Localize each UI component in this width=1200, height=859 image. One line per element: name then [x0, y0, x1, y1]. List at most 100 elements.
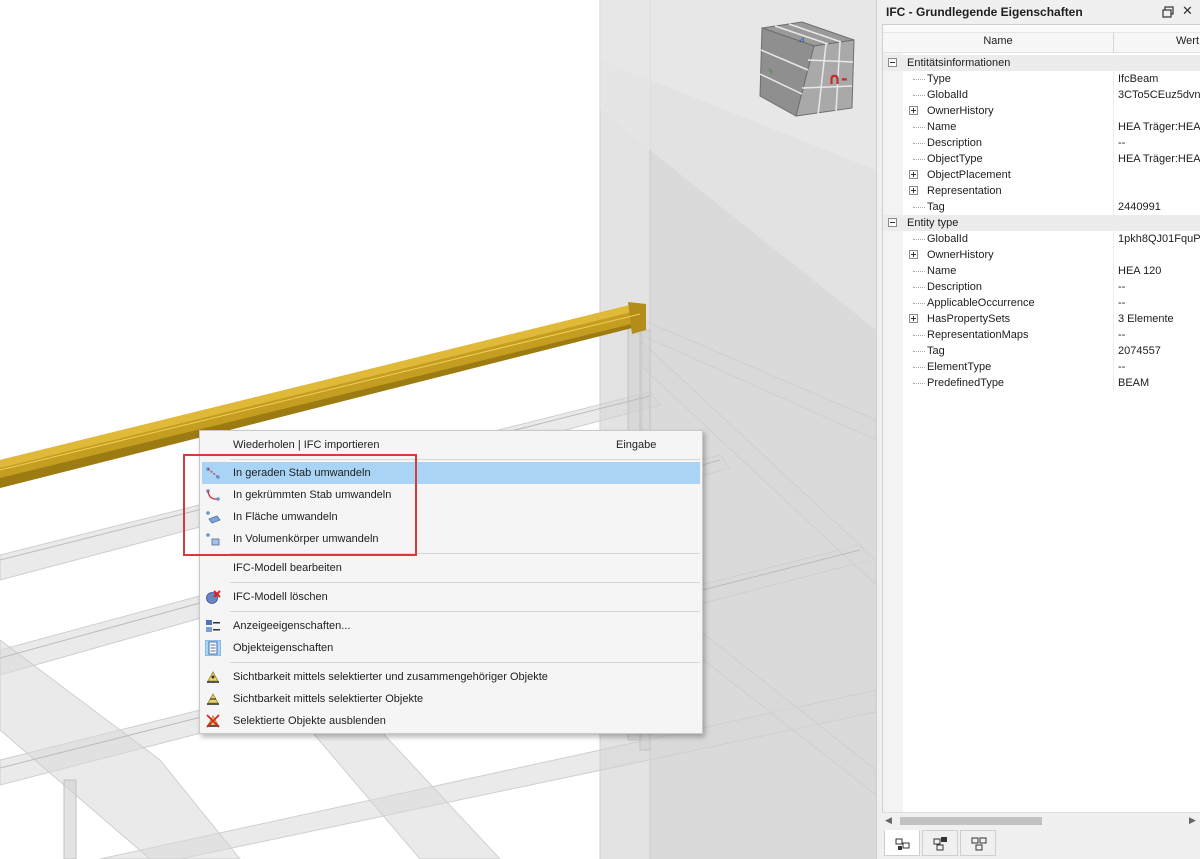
- property-name: ApplicableOccurrence: [927, 297, 1035, 309]
- property-value: 3CTo5CEuz5dvn0: [1118, 89, 1200, 101]
- property-row[interactable]: PredefinedType BEAM: [883, 375, 1200, 391]
- menu-separator: [230, 611, 700, 612]
- menu-item-hide-selected[interactable]: Selektierte Objekte ausblenden: [202, 710, 700, 732]
- property-value: --: [1118, 361, 1126, 373]
- menu-item-convert-curved-member[interactable]: In gekrümmten Stab umwandeln: [202, 484, 700, 506]
- property-name: Type: [927, 73, 951, 85]
- menu-item-edit-ifc-model[interactable]: IFC-Modell bearbeiten: [202, 557, 700, 579]
- curved-member-icon: [205, 487, 221, 503]
- property-row[interactable]: ObjectPlacement: [883, 167, 1200, 183]
- property-row[interactable]: GlobalId 3CTo5CEuz5dvn0: [883, 87, 1200, 103]
- object-properties-icon: [204, 639, 222, 657]
- column-header-value[interactable]: Wert: [1176, 35, 1199, 47]
- float-window-icon[interactable]: [1162, 6, 1174, 18]
- expand-icon[interactable]: [909, 106, 918, 115]
- property-value: HEA Träger:HEA: [1118, 121, 1200, 133]
- property-value: 1pkh8QJ01FquPn: [1118, 233, 1200, 245]
- property-row[interactable]: HasPropertySets 3 Elemente: [883, 311, 1200, 327]
- property-value: BEAM: [1118, 377, 1150, 389]
- property-name: HasPropertySets: [927, 313, 1011, 325]
- property-row[interactable]: Name HEA 120: [883, 263, 1200, 279]
- property-name: RepresentationMaps: [927, 329, 1029, 341]
- property-row[interactable]: Name HEA Träger:HEA: [883, 119, 1200, 135]
- property-category-row[interactable]: Entity type: [883, 215, 1200, 231]
- property-name: GlobalId: [927, 233, 968, 245]
- 3d-viewport[interactable]: ∩- ⊿ ϟ Wiederholen | IFC importieren Ein…: [0, 0, 876, 859]
- property-name: ElementType: [927, 361, 992, 373]
- collapse-icon[interactable]: [888, 218, 897, 227]
- property-grid-header: Name Wert: [883, 25, 1200, 53]
- expand-icon[interactable]: [909, 250, 918, 259]
- menu-item-label: In Volumenkörper umwandeln: [233, 533, 379, 545]
- property-category-row[interactable]: Entitätsinformationen: [883, 55, 1200, 71]
- menu-item-label: Sichtbarkeit mittels selektierter und zu…: [233, 671, 548, 683]
- property-row[interactable]: OwnerHistory: [883, 247, 1200, 263]
- property-value: 2074557: [1118, 345, 1161, 357]
- tree-connector: [913, 303, 925, 304]
- property-row[interactable]: Description --: [883, 135, 1200, 151]
- property-row[interactable]: Description --: [883, 279, 1200, 295]
- menu-item-repeat-import[interactable]: Wiederholen | IFC importieren Eingabe: [202, 434, 700, 456]
- property-row[interactable]: RepresentationMaps --: [883, 327, 1200, 343]
- property-value: HEA 120: [1118, 265, 1162, 277]
- property-row[interactable]: ObjectType HEA Träger:HEA: [883, 151, 1200, 167]
- property-row[interactable]: GlobalId 1pkh8QJ01FquPn: [883, 231, 1200, 247]
- property-name: ObjectPlacement: [927, 169, 1011, 181]
- property-row[interactable]: Type IfcBeam: [883, 71, 1200, 87]
- expand-icon[interactable]: [909, 314, 918, 323]
- scrollbar-thumb[interactable]: [900, 817, 1042, 825]
- horizontal-scrollbar[interactable]: ◀ ▶: [882, 812, 1200, 828]
- tree-connector: [913, 95, 925, 96]
- menu-item-delete-ifc-model[interactable]: IFC-Modell löschen: [202, 586, 700, 608]
- scroll-right-icon[interactable]: ▶: [1189, 815, 1196, 826]
- menu-separator: [230, 662, 700, 663]
- surface-icon: [205, 509, 221, 525]
- menu-item-object-properties[interactable]: Objekteigenschaften: [202, 637, 700, 659]
- menu-item-display-properties[interactable]: Anzeigeeigenschaften...: [202, 615, 700, 637]
- property-row[interactable]: Representation: [883, 183, 1200, 199]
- menu-item-convert-straight-member[interactable]: In geraden Stab umwandeln: [202, 462, 700, 484]
- properties-tab-icon-3[interactable]: [960, 830, 996, 856]
- expand-icon[interactable]: [909, 170, 918, 179]
- menu-item-label: IFC-Modell bearbeiten: [233, 562, 342, 574]
- menu-item-label: In geraden Stab umwandeln: [233, 467, 371, 479]
- property-name: Tag: [927, 201, 945, 213]
- menu-item-convert-solid[interactable]: In Volumenkörper umwandeln: [202, 528, 700, 550]
- menu-item-label: Anzeigeeigenschaften...: [233, 620, 351, 632]
- menu-item-label: In Fläche umwandeln: [233, 511, 338, 523]
- property-name: Tag: [927, 345, 945, 357]
- property-row[interactable]: ApplicableOccurrence --: [883, 295, 1200, 311]
- display-properties-icon: [205, 618, 221, 634]
- menu-item-label: Wiederholen | IFC importieren: [233, 439, 380, 451]
- menu-separator: [230, 553, 700, 554]
- property-name: Entitätsinformationen: [907, 57, 1011, 69]
- scroll-left-icon[interactable]: ◀: [885, 815, 892, 826]
- solid-icon: [205, 531, 221, 547]
- property-row[interactable]: Tag 2440991: [883, 199, 1200, 215]
- menu-item-shortcut: Eingabe: [616, 439, 657, 451]
- menu-item-label: Selektierte Objekte ausblenden: [233, 715, 386, 727]
- straight-member-icon: [205, 465, 221, 481]
- property-value: --: [1118, 329, 1126, 341]
- menu-item-visibility-related[interactable]: Sichtbarkeit mittels selektierter und zu…: [202, 666, 700, 688]
- tree-connector: [913, 239, 925, 240]
- menu-item-visibility-selected[interactable]: Sichtbarkeit mittels selektierter Objekt…: [202, 688, 700, 710]
- property-value: 3 Elemente: [1118, 313, 1174, 325]
- property-name: PredefinedType: [927, 377, 1005, 389]
- navigation-cube-icon[interactable]: ∩- ⊿ ϟ: [756, 20, 860, 120]
- properties-tab-icon-2[interactable]: [922, 830, 958, 856]
- close-icon[interactable]: ✕: [1182, 4, 1194, 17]
- expand-icon[interactable]: [909, 186, 918, 195]
- column-header-name[interactable]: Name: [883, 35, 1113, 47]
- property-row[interactable]: ElementType --: [883, 359, 1200, 375]
- collapse-icon[interactable]: [888, 58, 897, 67]
- tree-connector: [913, 271, 925, 272]
- menu-item-convert-surface[interactable]: In Fläche umwandeln: [202, 506, 700, 528]
- property-value: --: [1118, 297, 1126, 309]
- delete-model-icon: [205, 589, 221, 605]
- panel-bottom-tabs: [882, 829, 1200, 859]
- properties-tab-icon[interactable]: [884, 830, 920, 856]
- ifc-properties-panel: IFC - Grundlegende Eigenschaften ✕ Name …: [876, 0, 1200, 859]
- property-row[interactable]: Tag 2074557: [883, 343, 1200, 359]
- property-row[interactable]: OwnerHistory: [883, 103, 1200, 119]
